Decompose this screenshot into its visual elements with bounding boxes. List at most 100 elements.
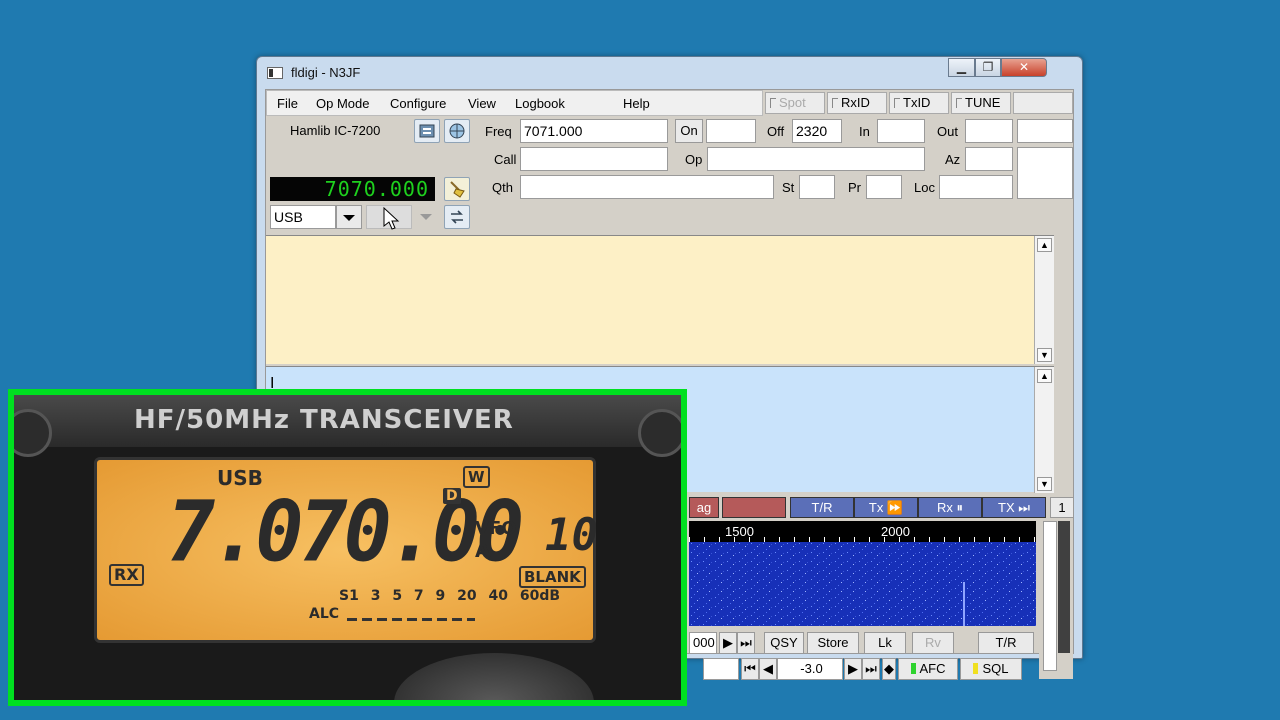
offset-entry-field[interactable]	[703, 658, 739, 680]
off-field[interactable]: 2320	[792, 119, 842, 143]
transceiver-photo: HF/50MHz TRANSCEIVER USB W 7.070.00 D VF…	[8, 389, 687, 706]
minimize-button[interactable]: ▁	[948, 58, 975, 77]
spare-toggle[interactable]	[1013, 92, 1073, 114]
mode-dropdown-button[interactable]	[336, 205, 362, 229]
reverse-toggle[interactable]: Rv	[912, 632, 954, 654]
screw-right-icon	[638, 409, 681, 457]
bandwidth-dropdown-button[interactable]	[414, 205, 440, 229]
tune-toggle[interactable]: TUNE	[951, 92, 1011, 114]
az-label: Az	[945, 152, 961, 167]
st-label: St	[782, 180, 795, 195]
tune-label: TUNE	[965, 95, 1001, 110]
waterfall-side-panel	[1039, 521, 1073, 679]
freq-field[interactable]: 7071.000	[520, 119, 668, 143]
step-back-icon[interactable]: ◀	[759, 658, 777, 680]
menu-configure[interactable]: Configure	[390, 96, 446, 111]
title-bar[interactable]: fldigi - N3JF ▁ ❐ ✕	[257, 57, 1082, 87]
macro-button-1[interactable]: ag	[689, 497, 719, 518]
step-forward-icon[interactable]: ▶	[719, 632, 737, 654]
diamond-icon[interactable]: ◆	[882, 658, 896, 680]
step-forward-icon-2[interactable]: ▶	[844, 658, 862, 680]
sql-label: SQL	[982, 661, 1009, 676]
menu-view[interactable]: View	[468, 96, 496, 111]
globe-icon[interactable]	[444, 119, 470, 143]
pr-label: Pr	[848, 180, 861, 195]
province-field[interactable]	[866, 175, 902, 199]
locator-field[interactable]	[939, 175, 1013, 199]
extra-field-1[interactable]	[1017, 119, 1073, 143]
mode-select[interactable]: USB	[270, 205, 336, 229]
state-field[interactable]	[799, 175, 835, 199]
lcd-frequency: 7.070.00	[167, 482, 524, 581]
maximize-button[interactable]: ❐	[975, 58, 1001, 77]
tr-toggle[interactable]: T/R	[978, 632, 1034, 654]
rxid-label: RxID	[841, 95, 870, 110]
close-button[interactable]: ✕	[1001, 58, 1047, 77]
store-button[interactable]: Store	[807, 632, 859, 654]
swap-icon[interactable]	[444, 205, 470, 229]
lcd-alc-label: ALC	[309, 606, 340, 622]
menu-file[interactable]: File	[277, 96, 298, 111]
azimuth-field[interactable]	[965, 147, 1013, 171]
scroll-down-icon[interactable]: ▼	[1037, 348, 1052, 362]
tx-end-macro-button[interactable]: TX ⏭	[982, 497, 1046, 518]
menu-opmode[interactable]: Op Mode	[316, 96, 369, 111]
extra-field-2[interactable]	[1017, 147, 1073, 199]
spot-label: Spot	[779, 95, 806, 110]
tx-macro-button[interactable]: Tx ⏩	[854, 497, 918, 518]
on-time-field[interactable]	[706, 119, 756, 143]
fast-forward-icon[interactable]: ⏭	[737, 632, 755, 654]
rx-text-pane[interactable]: ▲ ▼	[266, 235, 1054, 364]
fast-forward-icon-2[interactable]: ⏭	[862, 658, 880, 680]
menu-logbook[interactable]: Logbook	[515, 96, 565, 111]
qsy-button[interactable]: QSY	[764, 632, 804, 654]
menu-help[interactable]: Help	[623, 96, 650, 111]
op-name-field[interactable]	[707, 147, 925, 171]
offset-value-field[interactable]: -3.0	[777, 658, 843, 680]
txid-toggle[interactable]: TxID	[889, 92, 949, 114]
qth-field[interactable]	[520, 175, 774, 199]
lcd-rx-badge: RX	[109, 564, 144, 586]
rst-out-field[interactable]	[965, 119, 1013, 143]
rig-memory-icon[interactable]	[414, 119, 440, 143]
txid-label: TxID	[903, 95, 931, 110]
scroll-up-icon[interactable]: ▲	[1037, 238, 1052, 252]
level-slider[interactable]	[1058, 521, 1070, 653]
sql-toggle[interactable]: SQL	[960, 658, 1022, 680]
macro-page-button[interactable]: 1	[1050, 497, 1074, 518]
rxid-toggle[interactable]: RxID	[827, 92, 887, 114]
rewind-icon[interactable]: ⏮	[741, 658, 759, 680]
frequency-scale: 1500 2000	[689, 521, 1036, 542]
rig-frequency-display[interactable]: 7070.000	[270, 177, 435, 201]
tuning-knob	[394, 653, 594, 700]
broom-icon[interactable]	[444, 177, 470, 201]
lcd-vfo: VFO	[475, 518, 517, 539]
tx-scrollbar[interactable]: ▲ ▼	[1034, 367, 1054, 493]
rx-macro-button[interactable]: Rx ⏸	[918, 497, 982, 518]
off-label: Off	[767, 124, 785, 139]
out-label: Out	[937, 124, 958, 139]
lcd-blank-badge: BLANK	[519, 566, 586, 588]
lock-toggle[interactable]: Lk	[864, 632, 906, 654]
radio-lcd: USB W 7.070.00 D VFO A 10 RX BLANK S1 3 …	[94, 457, 598, 643]
tr-macro-button[interactable]: T/R	[790, 497, 854, 518]
call-field[interactable]	[520, 147, 668, 171]
scroll-down-icon[interactable]: ▼	[1037, 477, 1052, 491]
waterfall-display[interactable]	[689, 542, 1036, 626]
freq-partial-field[interactable]: 000	[689, 632, 717, 654]
on-button[interactable]: On	[675, 119, 703, 143]
macro-bar: ag T/R Tx ⏩ Rx ⏸ TX ⏭ 1	[689, 497, 1075, 518]
lcd-d-badge: D	[443, 488, 461, 504]
call-label: Call	[494, 152, 517, 167]
spot-toggle[interactable]: Spot	[765, 92, 825, 114]
app-icon	[267, 67, 283, 79]
rx-scrollbar[interactable]: ▲ ▼	[1034, 236, 1054, 364]
mouse-cursor-icon	[383, 206, 401, 234]
afc-toggle[interactable]: AFC	[898, 658, 958, 680]
scroll-up-icon[interactable]: ▲	[1037, 369, 1052, 383]
signal-level-bar	[1043, 521, 1057, 671]
macro-button-2[interactable]	[722, 497, 786, 518]
radio-brand-label: HF/50MHz TRANSCEIVER	[134, 405, 514, 435]
rst-in-field[interactable]	[877, 119, 925, 143]
lcd-vfo-select: A	[475, 538, 491, 562]
